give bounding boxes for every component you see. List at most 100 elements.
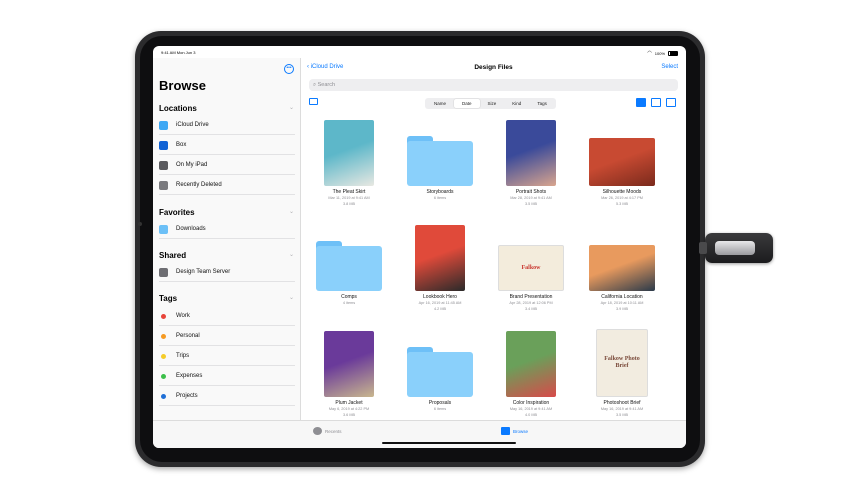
file-item[interactable]: Silhouette Moods Mar 26, 2019 at 4:17 PM 5…	[577, 116, 667, 207]
file-date: 4 items	[342, 301, 356, 305]
sidebar-item[interactable]: iCloud Drive	[159, 116, 295, 135]
photo-thumbnail	[589, 138, 655, 186]
status-bar: 9:41 AM Mon Jun 3 ◠ 100%	[153, 46, 686, 58]
wifi-icon: ◠	[647, 50, 652, 56]
file-date: Mar 26, 2019 at 4:17 PM	[601, 196, 643, 200]
sidebar-item-label: Box	[176, 142, 187, 148]
file-size: 3.9 MB	[615, 307, 629, 311]
file-size: 3.8 MB	[342, 202, 356, 206]
search-input[interactable]: ⌕ Search	[309, 79, 678, 91]
file-name: Storyboards	[426, 189, 454, 195]
sidebar-item-label: Downloads	[176, 226, 206, 232]
chevron-down-icon[interactable]: ⌄	[289, 208, 294, 215]
document-title-text: Falkow	[521, 264, 541, 271]
column-view-icon[interactable]	[666, 98, 676, 107]
tag-dot-icon	[161, 373, 166, 379]
file-item[interactable]: Lookbook Hero Apr 16, 2019 at 11:45 AM 4.2…	[395, 221, 485, 312]
more-options-button[interactable]: •••	[284, 64, 294, 74]
file-date: 6 items	[433, 407, 447, 411]
sort-option[interactable]: Kind	[504, 99, 529, 108]
file-name: Portrait Shots	[515, 189, 547, 195]
icon-view-icon[interactable]	[636, 98, 646, 107]
sidebar-item[interactable]: Personal	[159, 327, 295, 346]
photo-thumbnail	[324, 120, 374, 186]
trash-icon	[159, 180, 168, 190]
sidebar-title: Browse	[159, 78, 206, 93]
file-item[interactable]: Falkow Photo Brief Photoshoot Brief May 16…	[577, 327, 667, 418]
file-item[interactable]: Plum Jacket May 6, 2019 at 4:22 PM 3.6 MB	[304, 327, 394, 418]
tag-dot-icon	[161, 393, 166, 399]
file-size: 3.4 MB	[524, 307, 538, 311]
sidebar-item[interactable]: On My iPad	[159, 156, 295, 175]
home-indicator	[382, 442, 516, 444]
photo-thumbnail	[589, 245, 655, 291]
new-folder-icon[interactable]	[309, 98, 318, 105]
select-button[interactable]: Select	[661, 64, 678, 70]
file-size: 5.3 MB	[615, 202, 629, 206]
sidebar-item[interactable]: Recently Deleted	[159, 176, 295, 195]
section-locations[interactable]: Locations	[159, 104, 197, 113]
file-name: Silhouette Moods	[602, 189, 642, 195]
sidebar-item-label: Work	[176, 313, 190, 319]
clock-icon	[313, 427, 322, 435]
sort-control: Name Date Size Kind Tags	[425, 98, 556, 109]
tab-recents[interactable]: Recents	[313, 427, 342, 435]
tag-dot-icon	[161, 353, 166, 359]
section-shared[interactable]: Shared	[159, 251, 186, 260]
tab-bar: Recents Browse	[153, 420, 686, 448]
tag-dot-icon	[161, 313, 166, 319]
sidebar-item-label: Expenses	[176, 373, 203, 379]
file-size: 3.5 MB	[615, 413, 629, 417]
file-item[interactable]: Proposals 6 items	[395, 327, 485, 412]
file-item[interactable]: Color Inspiration May 16, 2019 at 9:41 AM…	[486, 327, 576, 418]
section-tags[interactable]: Tags	[159, 294, 177, 303]
tab-browse[interactable]: Browse	[501, 427, 528, 435]
photo-thumbnail	[506, 120, 556, 186]
view-mode-switcher	[636, 98, 676, 107]
folder-icon	[407, 347, 473, 397]
file-item[interactable]: Comps 4 items	[304, 221, 394, 306]
sidebar-item[interactable]: Expenses	[159, 367, 295, 386]
server-icon	[159, 267, 168, 277]
battery-percent: 100%	[654, 50, 665, 56]
sidebar-item[interactable]: Projects	[159, 387, 295, 406]
file-size: 3.5 MB	[524, 202, 538, 206]
file-size: 4.0 MB	[524, 413, 538, 417]
search-placeholder: Search	[317, 82, 336, 88]
file-item[interactable]: Falkow Brand Presentation Apr 28, 2019 at …	[486, 221, 576, 312]
tab-recents-label: Recents	[325, 428, 342, 434]
sort-option[interactable]: Tags	[529, 99, 555, 108]
file-name: Color Inspiration	[512, 400, 550, 406]
file-item[interactable]: California Location Apr 18, 2019 at 10:11…	[577, 221, 667, 312]
file-item[interactable]: Portrait Shots Mar 28, 2019 at 9:41 AM 3.5…	[486, 116, 576, 207]
navigation-bar: ‹ iCloud Drive Design Files Select	[301, 58, 686, 80]
list-view-icon[interactable]	[651, 98, 661, 107]
tag-dot-icon	[161, 333, 166, 339]
file-item[interactable]: The Pleat Skirt Mar 11, 2019 at 9:41 AM 3.…	[304, 116, 394, 207]
sidebar-item[interactable]: Trips	[159, 347, 295, 366]
sidebar-item[interactable]: Design Team Server	[159, 263, 295, 282]
chevron-down-icon[interactable]: ⌄	[289, 251, 294, 258]
tab-browse-label: Browse	[513, 428, 529, 434]
photo-thumbnail	[506, 331, 556, 397]
sidebar-item[interactable]: Downloads	[159, 220, 295, 239]
file-size: 4.2 MB	[433, 307, 447, 311]
chevron-down-icon[interactable]: ⌄	[289, 294, 294, 301]
sidebar-item[interactable]: Box	[159, 136, 295, 155]
status-time: 9:41 AM Mon Jun 3	[161, 50, 196, 55]
sort-option[interactable]: Size	[480, 99, 505, 108]
toolbar: Name Date Size Kind Tags	[301, 96, 686, 110]
sidebar-item-label: Trips	[176, 353, 190, 359]
photo-thumbnail	[324, 331, 374, 397]
file-item[interactable]: Storyboards 6 items	[395, 116, 485, 201]
document-title-text: Falkow Photo Brief	[604, 356, 640, 369]
section-favorites[interactable]: Favorites	[159, 208, 195, 217]
file-date: Mar 28, 2019 at 9:41 AM	[510, 196, 552, 200]
sidebar-item-label: Recently Deleted	[176, 182, 222, 188]
sort-option[interactable]: Date	[454, 99, 480, 108]
downloads-folder-icon	[159, 224, 168, 234]
sidebar-item[interactable]: Work	[159, 307, 295, 326]
chevron-down-icon[interactable]: ⌄	[289, 104, 294, 111]
file-size: 3.6 MB	[342, 413, 356, 417]
sort-option[interactable]: Name	[426, 99, 454, 108]
